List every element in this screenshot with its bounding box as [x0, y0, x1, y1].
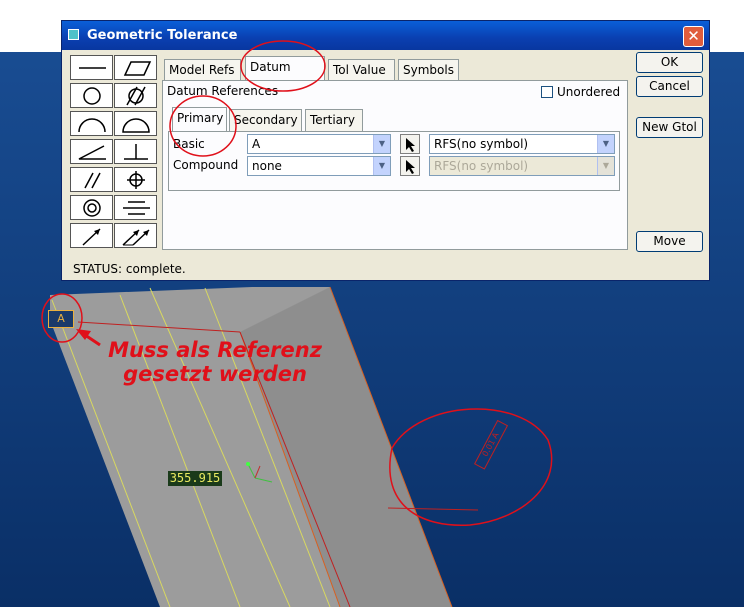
straightness-icon[interactable] — [70, 55, 113, 80]
basic-datum-value: A — [252, 137, 261, 151]
concentricity-icon[interactable] — [70, 195, 113, 220]
close-button[interactable]: ✕ — [683, 26, 704, 47]
chevron-down-icon: ▼ — [373, 135, 390, 153]
unordered-label: Unordered — [557, 85, 621, 99]
compound-datum-select[interactable]: none ▼ — [247, 156, 391, 176]
basic-modifier-select[interactable]: RFS(no symbol) ▼ — [429, 134, 615, 154]
compound-datum-value: none — [252, 159, 282, 173]
datum-tag[interactable]: A — [48, 310, 74, 328]
position-icon[interactable] — [114, 167, 157, 192]
annotation-line-1: Muss als Referenz — [108, 338, 322, 362]
basic-label: Basic — [173, 137, 205, 151]
tab-datum-refs[interactable]: Datum Refs — [245, 56, 325, 95]
move-button[interactable]: Move — [636, 231, 703, 252]
subtab-tertiary[interactable]: Tertiary — [305, 109, 363, 131]
new-gtol-button[interactable]: New Gtol — [636, 117, 703, 138]
cancel-button[interactable]: Cancel — [636, 76, 703, 97]
circularity-icon[interactable] — [70, 83, 113, 108]
chevron-down-icon: ▼ — [597, 135, 614, 153]
compound-modifier-value: RFS(no symbol) — [434, 159, 529, 173]
angularity-icon[interactable] — [70, 139, 113, 164]
circular-runout-icon[interactable] — [70, 223, 113, 248]
title-bar[interactable]: Geometric Tolerance ✕ — [62, 21, 709, 50]
datum-tag-label: A — [57, 312, 65, 325]
unordered-checkbox[interactable] — [541, 86, 553, 98]
symmetry-icon[interactable] — [114, 195, 157, 220]
chevron-down-icon: ▼ — [373, 157, 390, 175]
cursor-arrow-icon — [406, 160, 415, 174]
close-icon: ✕ — [687, 27, 700, 45]
tab-model-refs[interactable]: Model Refs — [164, 59, 241, 81]
compound-modifier-select: RFS(no symbol) ▼ — [429, 156, 615, 176]
line-profile-icon[interactable] — [70, 111, 113, 136]
flatness-icon[interactable] — [114, 55, 157, 80]
geometric-tolerance-dialog: Geometric Tolerance ✕ Model Refs Datum R… — [61, 20, 710, 281]
window-title: Geometric Tolerance — [87, 28, 238, 43]
surface-profile-icon[interactable] — [114, 111, 157, 136]
ok-button[interactable]: OK — [636, 52, 703, 73]
chevron-down-icon: ▼ — [597, 157, 614, 175]
datum-refs-panel: Datum References Unordered Primary Secon… — [162, 80, 628, 250]
perpendicularity-icon[interactable] — [114, 139, 157, 164]
dimension-value[interactable]: 355.915 — [168, 471, 222, 486]
subtab-primary[interactable]: Primary — [172, 107, 227, 131]
compound-label: Compound — [173, 158, 239, 172]
annotation-line-2: gesetzt werden — [123, 362, 307, 386]
parallelism-icon[interactable] — [70, 167, 113, 192]
datum-references-label: Datum References — [167, 84, 279, 98]
annotation-note: Muss als Referenz gesetzt werden — [100, 338, 330, 386]
primary-subpanel: Basic A ▼ RFS(no symbol) ▼ Compound none… — [168, 131, 620, 191]
cylindricity-icon[interactable] — [114, 83, 157, 108]
basic-modifier-value: RFS(no symbol) — [434, 137, 529, 151]
total-runout-icon[interactable] — [114, 223, 157, 248]
status-text: STATUS: complete. — [73, 262, 186, 276]
basic-pick-arrow-button[interactable] — [400, 134, 420, 154]
basic-datum-select[interactable]: A ▼ — [247, 134, 391, 154]
window-icon — [68, 29, 79, 40]
compound-pick-arrow-button[interactable] — [400, 156, 420, 176]
cursor-arrow-icon — [406, 138, 415, 152]
tab-tol-value[interactable]: Tol Value — [328, 59, 395, 81]
tab-symbols[interactable]: Symbols — [398, 59, 459, 81]
subtab-secondary[interactable]: Secondary — [229, 109, 302, 131]
